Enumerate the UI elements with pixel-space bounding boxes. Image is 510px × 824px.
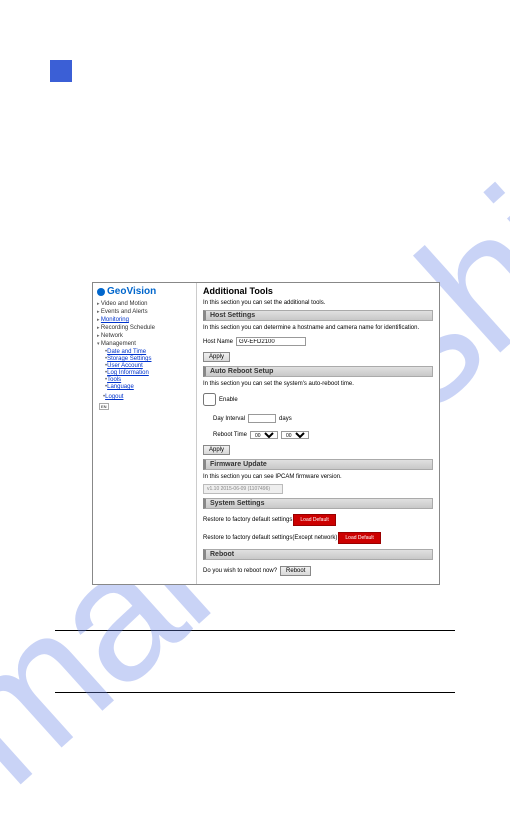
brand-text: GeoVision <box>107 286 156 297</box>
enable-label: Enable <box>219 397 238 403</box>
nav-language[interactable]: Language <box>105 384 192 390</box>
firmware-head: Firmware Update <box>203 459 433 470</box>
sidebar: GeoVision Video and Motion Events and Al… <box>93 283 197 584</box>
system-settings-head: System Settings <box>203 498 433 509</box>
app-window: GeoVision Video and Motion Events and Al… <box>92 282 440 585</box>
day-interval-label: Day Interval <box>213 416 245 422</box>
nav-monitoring[interactable]: Monitoring <box>97 317 192 323</box>
firmware-desc: In this section you can see IPCAM firmwa… <box>203 474 433 480</box>
restore-default-label: Restore to factory default settings <box>203 517 292 523</box>
nav-storage-settings[interactable]: Storage Settings <box>105 356 192 362</box>
firmware-version: v1.10 2015-06-09 (1107496) <box>203 484 283 494</box>
nav-date-time[interactable]: Date and Time <box>105 349 192 355</box>
nav-events-alerts[interactable]: Events and Alerts <box>97 309 192 315</box>
reboot-min-select[interactable]: 00 <box>281 431 309 439</box>
nav-tools[interactable]: Tools <box>105 377 192 383</box>
nav-video-motion[interactable]: Video and Motion <box>97 301 192 307</box>
host-desc: In this section you can determine a host… <box>203 325 433 331</box>
nav-network[interactable]: Network <box>97 333 192 339</box>
nav-log-information[interactable]: Log Information <box>105 370 192 376</box>
reboot-time-label: Reboot Time <box>213 432 247 438</box>
lang-badge[interactable]: EN <box>99 403 109 410</box>
day-interval-input[interactable] <box>248 414 276 423</box>
days-label: days <box>279 416 292 422</box>
host-name-input[interactable] <box>236 337 306 346</box>
page-marker <box>50 60 72 82</box>
load-default-except-net-button[interactable]: Load Default <box>339 533 379 543</box>
divider <box>55 692 455 693</box>
nav-recording-schedule[interactable]: Recording Schedule <box>97 325 192 331</box>
host-name-label: Host Name <box>203 339 233 345</box>
load-default-button[interactable]: Load Default <box>294 515 334 525</box>
host-settings-head: Host Settings <box>203 310 433 321</box>
nav-logout[interactable]: Logout <box>103 394 192 400</box>
reboot-hour-select[interactable]: 00 <box>250 431 278 439</box>
nav-management[interactable]: Management Date and Time Storage Setting… <box>97 341 192 390</box>
reboot-apply-button[interactable]: Apply <box>203 445 230 455</box>
auto-reboot-desc: In this section you can set the system's… <box>203 381 433 387</box>
brand: GeoVision <box>97 286 192 297</box>
host-apply-button[interactable]: Apply <box>203 352 230 362</box>
divider <box>55 630 455 631</box>
restore-default-except-net-label: Restore to factory default settings(Exce… <box>203 535 337 541</box>
reboot-head: Reboot <box>203 549 433 560</box>
enable-checkbox[interactable] <box>203 393 216 406</box>
brand-icon <box>97 288 105 296</box>
page-title: Additional Tools <box>203 286 433 296</box>
auto-reboot-head: Auto Reboot Setup <box>203 366 433 377</box>
main-content: Additional Tools In this section you can… <box>197 283 439 584</box>
reboot-question: Do you wish to reboot now? <box>203 568 277 574</box>
nav-user-account[interactable]: User Account <box>105 363 192 369</box>
reboot-button[interactable]: Reboot <box>280 566 311 576</box>
page-intro: In this section you can set the addition… <box>203 300 433 306</box>
